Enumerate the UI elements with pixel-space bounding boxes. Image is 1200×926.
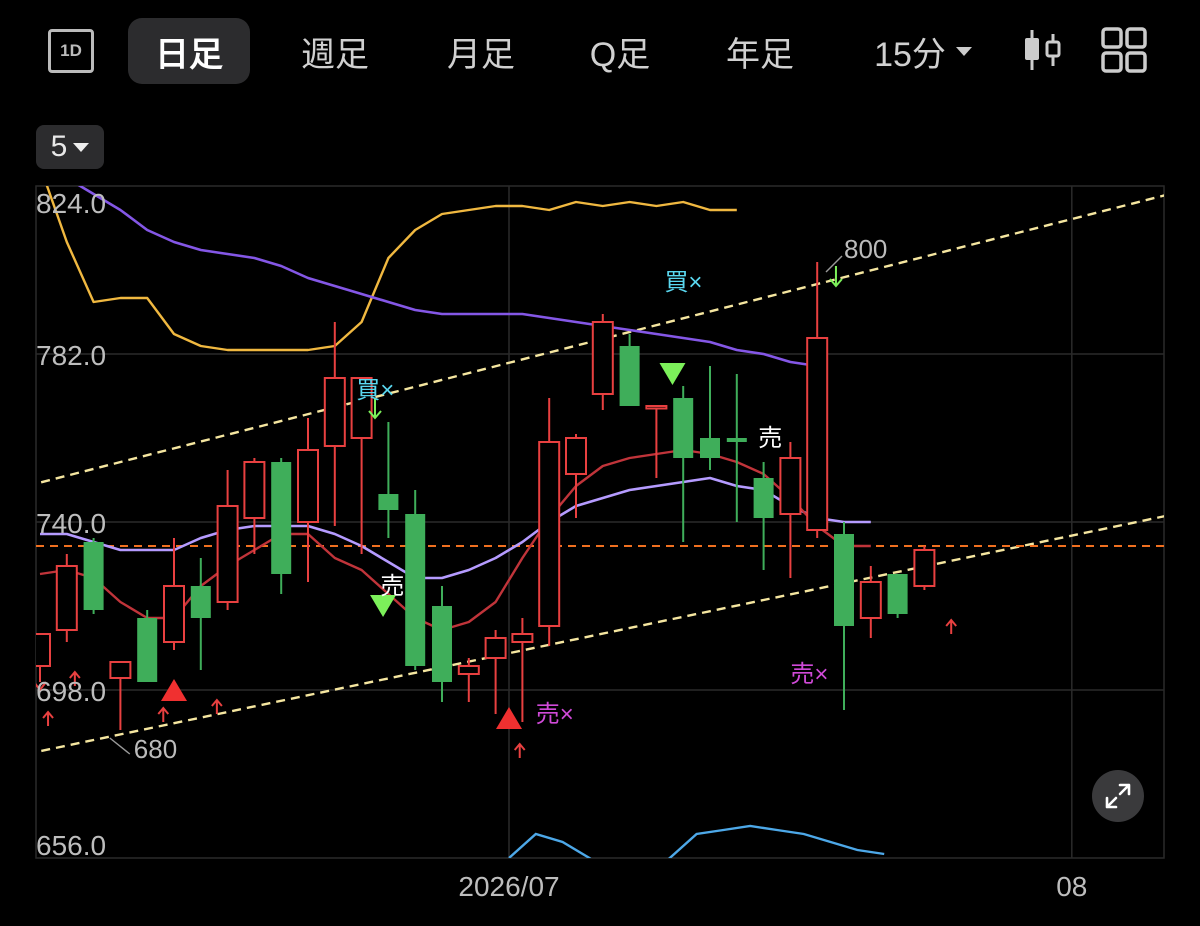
- up-arrow-icon: [42, 710, 54, 726]
- buy-signal-triangle: [659, 363, 686, 385]
- candle-body-down: [887, 574, 908, 614]
- candle-body-up: [36, 633, 51, 667]
- candle-body-up: [779, 457, 802, 515]
- up-arrow-icon: [513, 742, 526, 758]
- candle-body-up: [243, 461, 266, 519]
- candle-body-up: [511, 633, 534, 643]
- signal-label: 680: [134, 734, 177, 764]
- x-axis-tick-label: 2026/07: [458, 871, 559, 902]
- candle-body-down: [83, 542, 104, 610]
- candle-body-up: [591, 321, 614, 395]
- ma-mid-line: [40, 476, 871, 580]
- channel-lower-line: [36, 515, 1164, 754]
- candle-body-up: [297, 449, 319, 523]
- candle-body-up: [859, 581, 882, 619]
- down-arrow-icon: [829, 266, 843, 288]
- sell-signal-triangle: [496, 707, 522, 729]
- y-axis-tick-label: 698.0: [36, 676, 106, 707]
- candle-body-up: [457, 665, 480, 675]
- ma-long-line: [77, 186, 818, 368]
- candle-body-up: [484, 637, 507, 659]
- candle-body-down: [753, 478, 774, 518]
- candle-body-up: [216, 505, 239, 603]
- bollinger-upper-line: [45, 186, 737, 352]
- candle-body-down: [673, 398, 694, 458]
- candle-body-down: [405, 514, 426, 666]
- candle-body-up: [323, 377, 346, 447]
- price-chart[interactable]: 買×買×売売売×売×800680824.0782.0740.0698.0656.…: [0, 0, 1200, 926]
- signal-label: 売×: [790, 661, 828, 688]
- signal-label: 売: [758, 425, 782, 452]
- candle-body-up: [163, 585, 185, 643]
- candle-body-up: [565, 437, 587, 475]
- candle-body-up: [55, 565, 78, 631]
- candle-body-up: [109, 661, 132, 679]
- candle-body-down: [432, 606, 452, 682]
- candle-body-down: [726, 438, 747, 442]
- candle-body-down: [619, 346, 640, 406]
- y-axis-tick-label: 740.0: [36, 508, 106, 539]
- candle-body-down: [700, 438, 720, 458]
- signal-label: 売: [380, 573, 404, 600]
- candle-body-up: [806, 337, 829, 531]
- expand-button[interactable]: [1092, 770, 1144, 822]
- candle-body-down: [834, 534, 854, 626]
- signal-label: 売×: [536, 701, 574, 728]
- value-leader-line: [825, 255, 843, 273]
- y-axis-tick-label: 656.0: [36, 830, 106, 861]
- y-axis-tick-label: 782.0: [36, 340, 106, 371]
- signal-label: 800: [844, 234, 887, 264]
- value-leader-line: [109, 737, 131, 755]
- y-axis-tick-label: 824.0: [36, 188, 106, 219]
- candle-body-down: [271, 462, 292, 574]
- candle-body-down: [190, 586, 211, 618]
- candle-body-up: [913, 549, 936, 587]
- up-arrow-icon: [157, 706, 170, 722]
- candle-body-up: [645, 405, 668, 410]
- bollinger-lower-line: [508, 824, 885, 858]
- candle-body-up: [538, 441, 561, 627]
- candle-body-down: [378, 494, 399, 510]
- signal-label: 買×: [664, 269, 702, 296]
- plot-area: [36, 186, 1164, 858]
- signal-label: 買×: [356, 377, 394, 404]
- up-arrow-icon: [945, 618, 957, 634]
- candle-body-down: [137, 618, 158, 682]
- up-arrow-icon: [211, 698, 223, 714]
- x-axis-tick-label: 08: [1056, 871, 1087, 902]
- expand-icon: [1105, 783, 1131, 809]
